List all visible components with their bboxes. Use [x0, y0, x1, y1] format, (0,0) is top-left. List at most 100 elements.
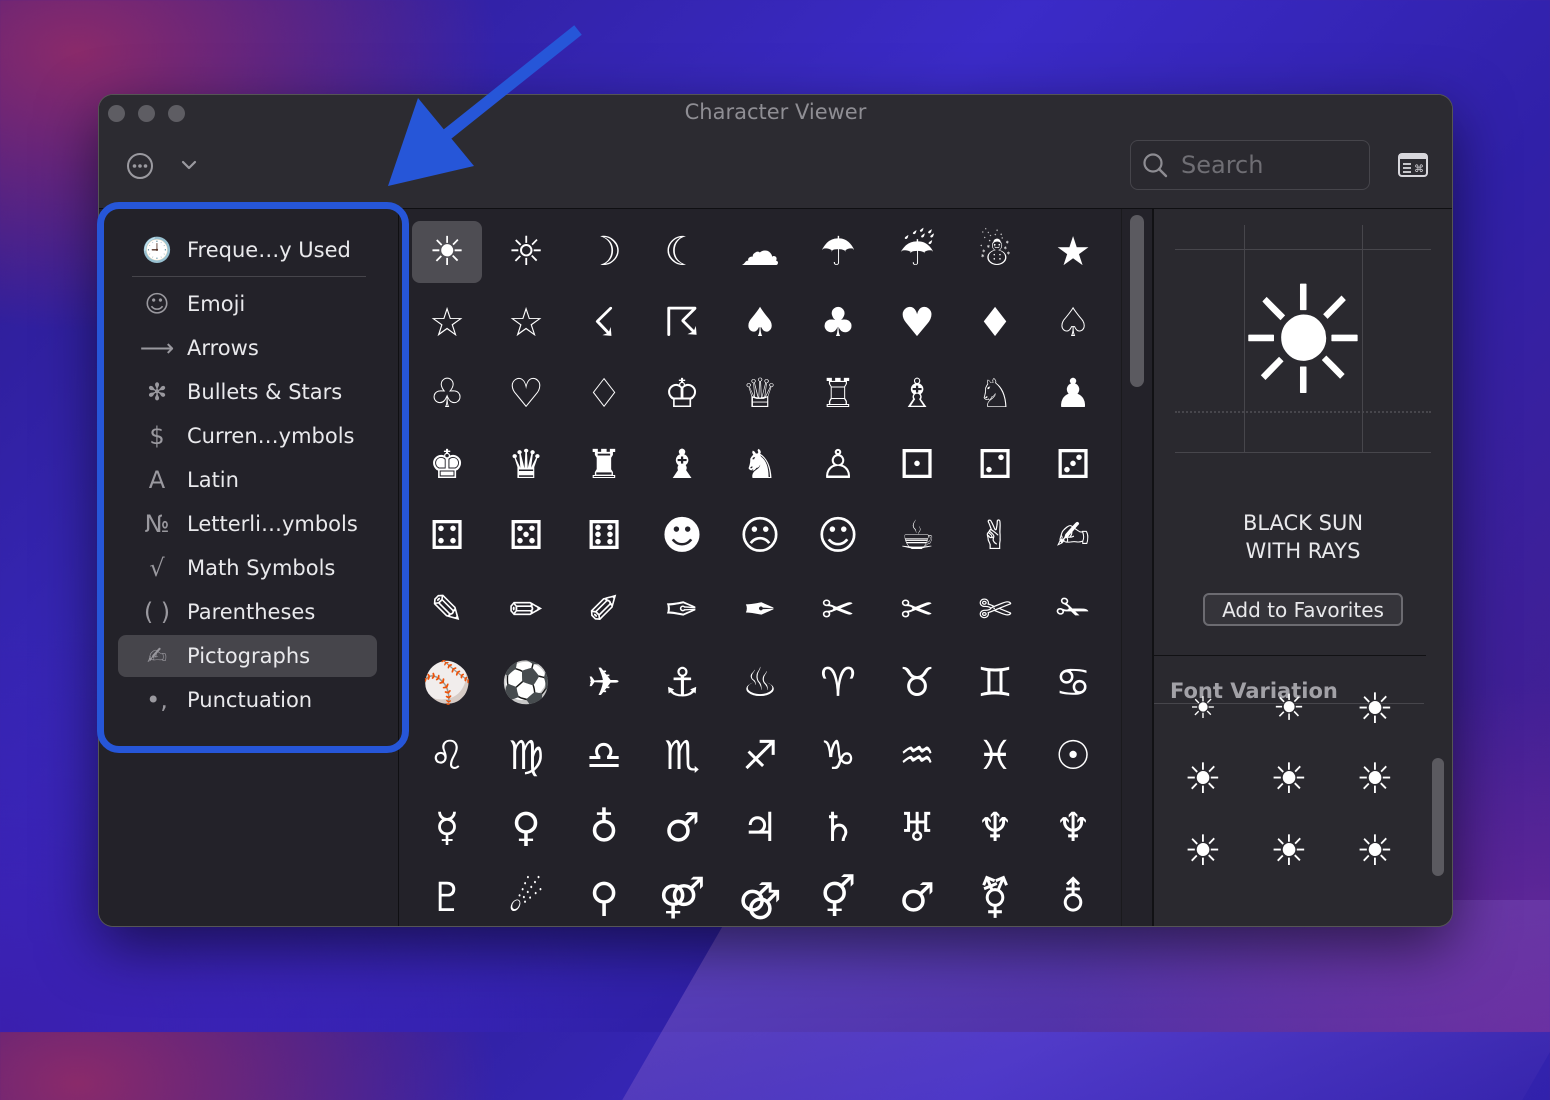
sidebar-item-pictographs[interactable]: ✍ Pictographs: [118, 635, 377, 677]
font-variation-cell[interactable]: ☀: [1345, 822, 1405, 878]
sidebar-item-latin[interactable]: A Latin: [118, 459, 377, 501]
character-cell[interactable]: ✏: [491, 579, 561, 641]
sidebar-item-math-symbols[interactable]: √ Math Symbols: [118, 547, 377, 589]
character-cell[interactable]: ⚨: [1038, 867, 1108, 926]
character-cell[interactable]: ♝: [647, 434, 717, 496]
character-cell[interactable]: ♐: [725, 725, 795, 787]
search-field[interactable]: Search: [1130, 140, 1370, 190]
character-cell[interactable]: ♚: [412, 434, 482, 496]
font-variation-scrollbar-thumb[interactable]: [1432, 758, 1444, 876]
sidebar-item-freque-y-used[interactable]: 🕘 Freque…y Used: [118, 229, 377, 271]
character-cell[interactable]: ☕: [882, 505, 952, 567]
character-cell[interactable]: ♞: [725, 434, 795, 496]
character-cell[interactable]: ♧: [412, 363, 482, 425]
character-cell[interactable]: ⚅: [569, 505, 639, 567]
character-cell[interactable]: ♓: [960, 725, 1030, 787]
character-cell[interactable]: ♘: [960, 363, 1030, 425]
character-cell[interactable]: ⚥: [803, 867, 873, 926]
character-cell[interactable]: ♈: [803, 652, 873, 714]
character-cell[interactable]: ⚄: [491, 505, 561, 567]
character-cell[interactable]: ♕: [725, 363, 795, 425]
character-cell[interactable]: ♑: [803, 725, 873, 787]
character-cell[interactable]: ☿: [412, 797, 482, 859]
font-variation-cell[interactable]: ☀: [1173, 750, 1233, 806]
character-cell[interactable]: ♨: [725, 652, 795, 714]
sidebar-item-emoji[interactable]: ☺ Emoji: [118, 283, 377, 325]
character-cell[interactable]: ⚁: [960, 434, 1030, 496]
character-cell[interactable]: ♤: [1038, 292, 1108, 354]
character-cell[interactable]: ☈: [647, 292, 717, 354]
font-variation-cell[interactable]: ☀: [1259, 750, 1319, 806]
font-variation-cell[interactable]: ☀: [1345, 680, 1405, 736]
character-cell[interactable]: ⚽: [491, 652, 561, 714]
sidebar-item-arrows[interactable]: ⟶ Arrows: [118, 327, 377, 369]
keyboard-viewer-button[interactable]: ⌘: [1397, 151, 1429, 179]
character-cell[interactable]: ☺: [803, 505, 873, 567]
character-cell[interactable]: ♀: [491, 797, 561, 859]
character-cell[interactable]: ♁: [569, 797, 639, 859]
character-cell[interactable]: ☆: [491, 292, 561, 354]
character-cell[interactable]: ♗: [882, 363, 952, 425]
character-cell[interactable]: ♆: [960, 797, 1030, 859]
character-cell[interactable]: ☽: [569, 221, 639, 283]
character-cell[interactable]: ⚂: [1038, 434, 1108, 496]
character-cell[interactable]: ♂: [882, 867, 952, 926]
character-cell[interactable]: ✍: [1038, 505, 1108, 567]
font-variation-cell[interactable]: ☀: [1259, 680, 1319, 736]
character-cell[interactable]: ♏: [647, 725, 717, 787]
character-cell[interactable]: ♅: [882, 797, 952, 859]
character-cell[interactable]: ⚧: [960, 867, 1030, 926]
character-cell[interactable]: ✐: [569, 579, 639, 641]
font-variation-cell[interactable]: ☀: [1173, 822, 1233, 878]
more-options-button[interactable]: [125, 151, 155, 181]
character-cell[interactable]: ♌: [412, 725, 482, 787]
character-cell[interactable]: ⚃: [412, 505, 482, 567]
character-cell[interactable]: ♥: [882, 292, 952, 354]
sidebar-item-punctuation[interactable]: •, Punctuation: [118, 679, 377, 721]
character-cell[interactable]: ♖: [803, 363, 873, 425]
add-to-favorites-button[interactable]: Add to Favorites: [1203, 593, 1403, 626]
character-cell[interactable]: ⚣: [725, 867, 795, 926]
options-dropdown-button[interactable]: [177, 153, 201, 177]
character-cell[interactable]: ♉: [882, 652, 952, 714]
character-cell[interactable]: ☃: [960, 221, 1030, 283]
character-cell[interactable]: ✄: [960, 579, 1030, 641]
character-cell[interactable]: ♦: [960, 292, 1030, 354]
character-cell[interactable]: ☔: [882, 221, 952, 283]
sidebar-item-letterli-ymbols[interactable]: № Letterli…ymbols: [118, 503, 377, 545]
character-cell[interactable]: ♄: [803, 797, 873, 859]
character-cell[interactable]: ♔: [647, 363, 717, 425]
character-cell[interactable]: ☆: [412, 292, 482, 354]
grid-scrollbar-thumb[interactable]: [1130, 215, 1144, 387]
character-cell[interactable]: ☇: [569, 292, 639, 354]
character-cell[interactable]: ♛: [491, 434, 561, 496]
character-cell[interactable]: ♇: [412, 867, 482, 926]
character-cell[interactable]: ♎: [569, 725, 639, 787]
character-cell[interactable]: ☹: [725, 505, 795, 567]
character-cell[interactable]: ☻: [647, 505, 717, 567]
character-cell[interactable]: ★: [1038, 221, 1108, 283]
character-cell[interactable]: ♣: [803, 292, 873, 354]
character-cell[interactable]: ♢: [569, 363, 639, 425]
character-cell[interactable]: ♒: [882, 725, 952, 787]
character-cell[interactable]: ♋: [1038, 652, 1108, 714]
sidebar-item-bullets-stars[interactable]: ✻ Bullets & Stars: [118, 371, 377, 413]
character-cell[interactable]: ✂: [882, 579, 952, 641]
character-cell[interactable]: ✂: [803, 579, 873, 641]
character-cell[interactable]: ✁: [1038, 579, 1108, 641]
character-cell[interactable]: ⚀: [882, 434, 952, 496]
character-cell[interactable]: ♃: [725, 797, 795, 859]
character-cell[interactable]: ✑: [647, 579, 717, 641]
sidebar-item-parentheses[interactable]: ( ) Parentheses: [118, 591, 377, 633]
character-cell[interactable]: ☂: [803, 221, 873, 283]
character-cell[interactable]: ♊: [960, 652, 1030, 714]
font-variation-cell[interactable]: ☀: [1173, 680, 1233, 736]
character-cell[interactable]: ☾: [647, 221, 717, 283]
character-cell[interactable]: ♠: [725, 292, 795, 354]
character-cell[interactable]: ⚓: [647, 652, 717, 714]
character-cell[interactable]: ☁: [725, 221, 795, 283]
font-variation-cell[interactable]: ☀: [1259, 822, 1319, 878]
character-cell[interactable]: ☀: [412, 221, 482, 283]
character-cell[interactable]: ♍: [491, 725, 561, 787]
character-cell[interactable]: ⚤: [647, 867, 717, 926]
